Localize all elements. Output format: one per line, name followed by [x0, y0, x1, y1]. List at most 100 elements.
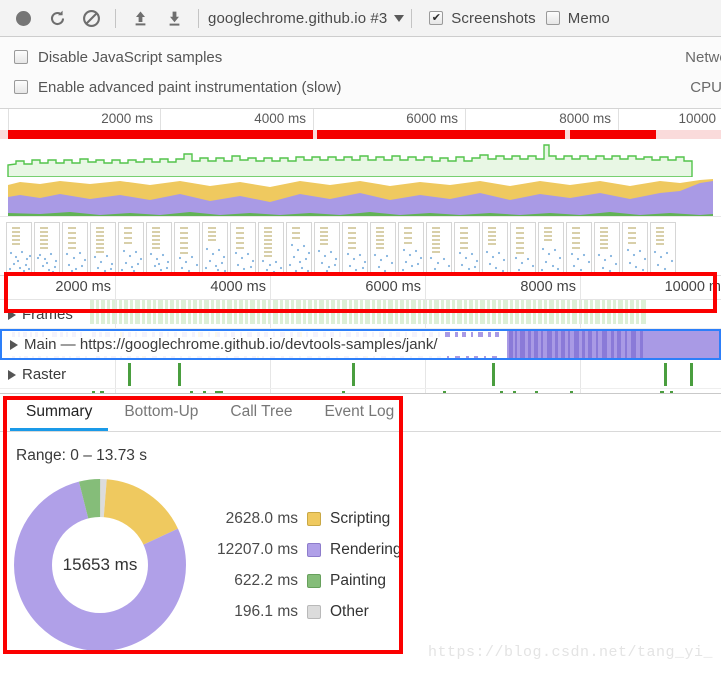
expand-triangle-icon: [10, 339, 18, 350]
filmstrip-frame[interactable]: [510, 222, 536, 273]
filmstrip-frame[interactable]: [566, 222, 592, 273]
legend-label: Other: [330, 602, 369, 620]
track-frames[interactable]: Frames: [0, 300, 721, 329]
clear-prohibited-icon: [82, 9, 100, 27]
paint-instrumentation-label: Enable advanced paint instrumentation (s…: [38, 78, 342, 96]
tab-event-log[interactable]: Event Log: [308, 395, 410, 431]
legend-value: 622.2 ms: [234, 571, 298, 589]
expand-triangle-icon: [8, 309, 16, 320]
chevron-down-icon: [394, 14, 405, 22]
timeline-ruler: 2000 ms 4000 ms 6000 ms 8000 ms 10000 m: [0, 275, 721, 300]
filmstrip-frame[interactable]: [370, 222, 396, 273]
filmstrip-frame[interactable]: [6, 222, 32, 273]
setting-row-disable-js-samples: Disable JavaScript samples Network: O: [0, 42, 721, 72]
toolbar-divider-2: [198, 8, 199, 28]
track-header-frames[interactable]: Frames: [8, 300, 73, 328]
filmstrip-frame[interactable]: [538, 222, 564, 273]
filmstrip-frame[interactable]: [426, 222, 452, 273]
timeline-tick-label: 8000 ms: [520, 279, 576, 295]
timeline-overview[interactable]: 2000 ms 4000 ms 6000 ms 8000 ms 10000: [0, 109, 721, 313]
reload-and-record-button[interactable]: [40, 3, 74, 33]
track-header-raster[interactable]: Raster: [8, 360, 67, 388]
tab-label: Summary: [26, 402, 93, 420]
screenshots-checkbox[interactable]: Screenshots: [429, 10, 536, 27]
overview-tick-label: 6000 ms: [406, 111, 458, 126]
donut-total-label: 15653 ms: [52, 517, 148, 613]
filmstrip-frame[interactable]: [230, 222, 256, 273]
overview-tick-label: 10000: [678, 111, 716, 126]
filmstrip-frame[interactable]: [34, 222, 60, 273]
filmstrip-frame[interactable]: [90, 222, 116, 273]
devtools-performance-panel: googlechrome.github.io #3 Screenshots Me…: [0, 0, 721, 673]
filmstrip-frame[interactable]: [622, 222, 648, 273]
details-tabbar: Summary Bottom-Up Call Tree Event Log: [0, 394, 721, 432]
save-profile-button[interactable]: [157, 3, 191, 33]
filmstrip-frame[interactable]: [146, 222, 172, 273]
cpu-throttling-setting: CPU: No th: [690, 72, 721, 102]
filmstrip-frame[interactable]: [454, 222, 480, 273]
track-label: Raster: [22, 366, 67, 383]
filmstrip-frame[interactable]: [650, 222, 676, 273]
legend-value: 2628.0 ms: [225, 509, 298, 527]
legend-row[interactable]: 622.2 ms Painting: [202, 568, 402, 593]
network-throttling-setting: Network: O: [685, 42, 721, 72]
filmstrip-frame[interactable]: [398, 222, 424, 273]
filmstrip-frame[interactable]: [286, 222, 312, 273]
checkbox-box-icon: [429, 11, 444, 25]
tab-label: Event Log: [324, 402, 395, 420]
legend-row[interactable]: 2628.0 ms Scripting: [202, 506, 402, 531]
performance-toolbar: googlechrome.github.io #3 Screenshots Me…: [0, 0, 721, 37]
legend-row[interactable]: 12207.0 ms Rendering: [202, 537, 402, 562]
expand-triangle-icon: [8, 369, 16, 380]
overview-tick-label: 2000 ms: [101, 111, 153, 126]
track-main[interactable]: Main — https://googlechrome.github.io/de…: [0, 329, 721, 360]
checkbox-box-icon: [545, 11, 560, 25]
timeline-tick-label: 10000 m: [664, 279, 721, 295]
filmstrip-frame[interactable]: [202, 222, 228, 273]
filmstrip-frame[interactable]: [62, 222, 88, 273]
disable-js-samples-label: Disable JavaScript samples: [38, 48, 223, 66]
track-label: Main — https://googlechrome.github.io/de…: [24, 336, 438, 353]
filmstrip-frame[interactable]: [258, 222, 284, 273]
filmstrip-frame[interactable]: [118, 222, 144, 273]
legend-swatch-painting: [307, 573, 321, 588]
watermark-text: https://blog.csdn.net/tang_yi_: [427, 644, 713, 661]
memory-label: Memo: [567, 9, 610, 27]
filmstrip-track[interactable]: [0, 216, 721, 275]
memory-checkbox[interactable]: Memo: [545, 9, 610, 27]
track-header-main[interactable]: Main — https://googlechrome.github.io/de…: [10, 331, 444, 358]
tab-call-tree[interactable]: Call Tree: [214, 395, 308, 431]
capture-settings-pane: Disable JavaScript samples Network: O En…: [0, 37, 721, 109]
network-overview-bar: [0, 130, 721, 139]
cpu-activity-overview: [0, 177, 721, 216]
tab-bottom-up[interactable]: Bottom-Up: [108, 395, 214, 431]
timeline-tick-label: 2000 ms: [55, 279, 111, 295]
tab-label: Bottom-Up: [124, 402, 199, 420]
filmstrip-frame[interactable]: [482, 222, 508, 273]
record-button[interactable]: [6, 3, 40, 33]
download-profile-icon: [169, 11, 179, 26]
setting-row-paint-instrumentation: Enable advanced paint instrumentation (s…: [0, 72, 721, 102]
activity-legend: 2628.0 ms Scripting 12207.0 ms Rendering…: [202, 506, 402, 624]
legend-label: Painting: [330, 571, 387, 589]
legend-swatch-scripting: [307, 511, 321, 526]
clear-button[interactable]: [74, 3, 108, 33]
paint-instrumentation-checkbox[interactable]: [14, 80, 28, 94]
filmstrip-frame[interactable]: [594, 222, 620, 273]
load-profile-button[interactable]: [123, 3, 157, 33]
filmstrip-frame[interactable]: [174, 222, 200, 273]
target-selector[interactable]: googlechrome.github.io #3: [208, 9, 405, 27]
upload-profile-icon: [135, 11, 145, 25]
legend-row[interactable]: 196.1 ms Other: [202, 599, 402, 624]
toolbar-divider-1: [115, 8, 116, 28]
legend-swatch-rendering: [307, 542, 321, 557]
target-selector-label: googlechrome.github.io #3: [208, 9, 388, 27]
filmstrip-frame[interactable]: [342, 222, 368, 273]
tab-summary[interactable]: Summary: [10, 395, 109, 431]
track-raster[interactable]: Raster: [0, 360, 721, 389]
filmstrip-frame[interactable]: [314, 222, 340, 273]
reload-icon: [50, 10, 64, 25]
activity-donut-chart[interactable]: 15653 ms: [14, 479, 186, 651]
legend-value: 12207.0 ms: [217, 540, 298, 558]
disable-js-samples-checkbox[interactable]: [14, 50, 28, 64]
